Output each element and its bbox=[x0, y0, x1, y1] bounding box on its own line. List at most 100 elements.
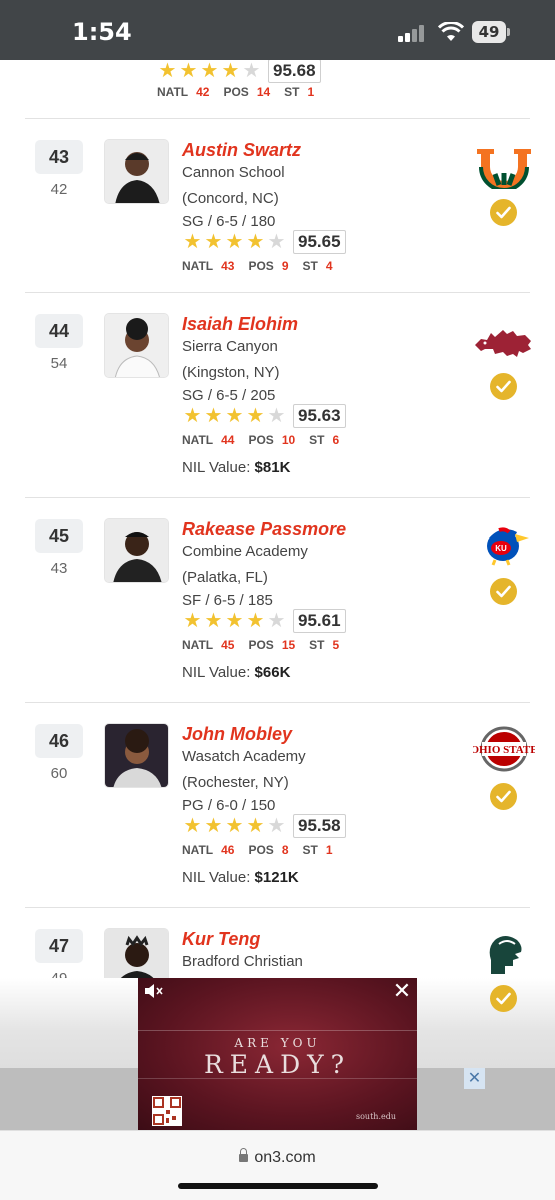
kansas-jayhawk-logo-icon[interactable]: KU bbox=[473, 518, 535, 566]
rating-score: 95.58 bbox=[293, 814, 346, 838]
star-icon: ★ bbox=[267, 231, 286, 253]
nil-value: NIL Value: $121K bbox=[182, 869, 299, 886]
rank-badge: 44 bbox=[35, 314, 83, 348]
star-icon: ★ bbox=[246, 815, 265, 837]
star-icon: ★ bbox=[183, 610, 202, 632]
player-photo[interactable] bbox=[104, 518, 169, 583]
star-icon: ★ bbox=[225, 231, 244, 253]
previous-rank: 42 bbox=[50, 181, 68, 198]
st-label: ST bbox=[302, 259, 318, 273]
star-icon: ★ bbox=[267, 815, 286, 837]
star-icon: ★ bbox=[204, 610, 223, 632]
star-icon: ★ bbox=[200, 60, 219, 82]
star-icon: ★ bbox=[221, 60, 240, 82]
committed-check-icon bbox=[490, 783, 517, 810]
star-icon: ★ bbox=[225, 405, 244, 427]
previous-rank: 60 bbox=[50, 765, 68, 782]
arkansas-razorback-logo-icon[interactable] bbox=[473, 321, 535, 369]
nil-value: NIL Value: $66K bbox=[182, 664, 290, 681]
svg-text:KU: KU bbox=[495, 544, 507, 553]
player-name-link[interactable]: John Mobley bbox=[182, 724, 292, 745]
player-hometown: (Kingston, NY) bbox=[182, 364, 280, 381]
rank-breakdown: NATL 45 POS 15 ST 5 bbox=[182, 638, 353, 652]
player-name-link[interactable]: Kur Teng bbox=[182, 929, 260, 950]
miami-u-logo-icon[interactable] bbox=[473, 141, 535, 189]
st-label: ST bbox=[284, 85, 300, 99]
list-item[interactable]: 43 42 Austin Swartz Cannon School (Conco… bbox=[25, 118, 531, 292]
player-school: Cannon School bbox=[182, 164, 285, 181]
star-icon: ★ bbox=[183, 815, 202, 837]
player-photo[interactable] bbox=[104, 139, 169, 204]
address-display[interactable]: on3.com bbox=[0, 1148, 555, 1167]
player-measurables: SG / 6-5 / 205 bbox=[182, 387, 276, 404]
ad-headline: READY? bbox=[203, 1050, 352, 1079]
player-hometown: (Rochester, NY) bbox=[182, 774, 289, 791]
natl-rank: 46 bbox=[221, 843, 235, 857]
star-icon: ★ bbox=[246, 231, 265, 253]
natl-rank: 42 bbox=[196, 85, 210, 99]
natl-rank: 43 bbox=[221, 259, 235, 273]
star-rating: ★ ★ ★ ★ ★ 95.61 bbox=[182, 608, 346, 634]
pos-rank: 8 bbox=[281, 843, 289, 857]
michigan-state-spartan-logo-icon[interactable] bbox=[473, 930, 535, 978]
st-label: ST bbox=[309, 638, 325, 652]
svg-text:OHIO STATE: OHIO STATE bbox=[473, 744, 535, 756]
pos-label: POS bbox=[248, 433, 274, 447]
star-icon: ★ bbox=[225, 610, 244, 632]
player-school: Sierra Canyon bbox=[182, 338, 278, 355]
player-name-link[interactable]: Rakease Passmore bbox=[182, 519, 346, 540]
list-item-partial[interactable]: ★ ★ ★ ★ ★ 95.68 NATL 42 POS 14 ST 1 bbox=[0, 60, 555, 118]
committed-check-icon bbox=[490, 578, 517, 605]
close-ad-button[interactable]: ✕ bbox=[392, 981, 412, 1003]
rank-badge: 46 bbox=[35, 724, 83, 758]
rating-score: 95.68 bbox=[268, 60, 321, 83]
status-bar: 1:54 49 bbox=[0, 0, 555, 60]
star-icon: ★ bbox=[183, 405, 202, 427]
committed-check-icon bbox=[490, 373, 517, 400]
nil-amount: $81K bbox=[254, 459, 291, 476]
state-rank: 1 bbox=[307, 85, 315, 99]
browser-url-bar[interactable]: on3.com bbox=[0, 1130, 555, 1200]
st-label: ST bbox=[302, 843, 318, 857]
rank-badge: 47 bbox=[35, 929, 83, 963]
star-rating: ★ ★ ★ ★ ★ 95.63 bbox=[182, 403, 346, 429]
nil-value: NIL Value: $81K bbox=[182, 459, 290, 476]
rating-score: 95.65 bbox=[293, 230, 346, 254]
rank-breakdown: NATL 42 POS 14 ST 1 bbox=[157, 85, 328, 99]
player-measurables: SF / 6-5 / 185 bbox=[182, 592, 273, 609]
rank-badge: 45 bbox=[35, 519, 83, 553]
home-indicator[interactable] bbox=[178, 1183, 378, 1189]
player-name-link[interactable]: Isaiah Elohim bbox=[182, 314, 298, 335]
star-icon: ★ bbox=[204, 815, 223, 837]
star-icon: ★ bbox=[246, 610, 265, 632]
ad-headline-small: ARE YOU bbox=[234, 1036, 321, 1050]
wifi-icon bbox=[438, 22, 464, 41]
rank-breakdown: NATL 43 POS 9 ST 4 bbox=[182, 259, 347, 273]
nil-label: NIL Value: bbox=[182, 664, 251, 681]
pos-label: POS bbox=[223, 85, 249, 99]
nil-label: NIL Value: bbox=[182, 869, 251, 886]
player-school: Bradford Christian bbox=[182, 953, 303, 970]
player-name-link[interactable]: Austin Swartz bbox=[182, 140, 301, 161]
star-rating: ★ ★ ★ ★ ★ 95.65 bbox=[182, 229, 346, 255]
video-ad[interactable]: ✕ ARE YOU READY? south.edu bbox=[138, 978, 417, 1130]
committed-check-icon bbox=[490, 199, 517, 226]
player-school: Combine Academy bbox=[182, 543, 308, 560]
ad-dismiss-icon[interactable]: ✕ bbox=[464, 1068, 485, 1089]
list-item[interactable]: 46 60 John Mobley Wasatch Academy (Roche… bbox=[25, 702, 535, 907]
st-label: ST bbox=[309, 433, 325, 447]
list-item[interactable]: 44 54 Isaiah Elohim Sierra Canyon (Kings… bbox=[25, 292, 531, 497]
list-item[interactable]: 45 43 Rakease Passmore Combine Academy (… bbox=[25, 497, 530, 702]
rankings-list: ★ ★ ★ ★ ★ 95.68 NATL 42 POS 14 ST 1 43 42 Aus… bbox=[0, 60, 555, 1130]
star-rating: ★ ★ ★ ★ ★ 95.68 bbox=[157, 60, 321, 84]
mute-icon[interactable] bbox=[142, 980, 164, 1002]
player-photo[interactable] bbox=[104, 313, 169, 378]
star-icon: ★ bbox=[246, 405, 265, 427]
player-photo[interactable] bbox=[104, 723, 169, 788]
ohio-state-logo-icon[interactable]: OHIO STATE bbox=[473, 725, 535, 773]
pos-rank: 15 bbox=[281, 638, 296, 652]
player-measurables: SG / 6-5 / 180 bbox=[182, 213, 276, 230]
nil-label: NIL Value: bbox=[182, 459, 251, 476]
pos-rank: 14 bbox=[256, 85, 271, 99]
pos-rank: 10 bbox=[281, 433, 296, 447]
